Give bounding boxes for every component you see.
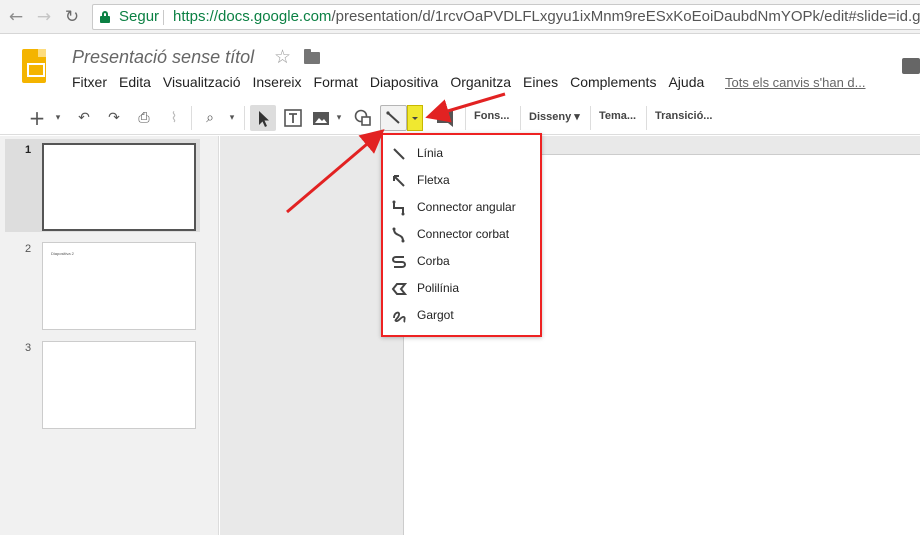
menu-item-line[interactable]: Línia [383, 140, 540, 167]
zoom-icon[interactable]: ⌕ [200, 107, 220, 129]
lock-icon [100, 11, 110, 23]
scribble-icon [393, 311, 406, 323]
elbow-connector-icon [392, 200, 405, 216]
background-button[interactable]: Fons... [474, 110, 509, 122]
polyline-icon [391, 283, 407, 295]
menu-format[interactable]: Format [314, 74, 358, 90]
image-icon[interactable] [310, 107, 332, 129]
menu-file[interactable]: Fitxer [72, 74, 107, 90]
new-slide-icon[interactable]: + [26, 107, 48, 129]
menu-insert[interactable]: Insereix [252, 74, 301, 90]
save-status[interactable]: Tots els canvis s'han d... [725, 75, 866, 90]
slide-thumbnail-1[interactable] [42, 143, 196, 231]
menu-item-polyline[interactable]: Polilínia [383, 275, 540, 302]
comment-icon[interactable] [902, 58, 920, 74]
document-title[interactable]: Presentació sense títol [72, 47, 254, 68]
menu-help[interactable]: Ajuda [668, 74, 704, 90]
redo-icon[interactable]: ↷ [104, 107, 124, 129]
menu-slide[interactable]: Diapositiva [370, 74, 438, 90]
line-icon [386, 111, 400, 124]
reload-icon[interactable]: ↻ [62, 7, 82, 27]
slide-number: 3 [25, 342, 32, 354]
select-tool-button[interactable] [250, 105, 276, 131]
layout-button[interactable]: Disseny ▾ [529, 110, 580, 123]
new-slide-dropdown-icon[interactable]: ▾ [52, 107, 64, 129]
slide-thumbnail-3[interactable] [42, 341, 196, 429]
shape-icon[interactable] [352, 107, 374, 129]
menu-item-arrow[interactable]: Fletxa [383, 167, 540, 194]
zoom-dropdown-icon[interactable]: ▾ [226, 107, 238, 129]
menu-item-elbow-connector[interactable]: Connector angular [383, 194, 540, 221]
slide-thumbnail-text: Diapositiva 2 [51, 251, 74, 256]
theme-button[interactable]: Tema... [599, 110, 636, 122]
text-box-icon[interactable] [282, 107, 304, 129]
menu-view[interactable]: Visualització [163, 74, 241, 90]
slide-filmstrip: 1 2 Diapositiva 2 3 [0, 136, 219, 535]
menu-addons[interactable]: Complements [570, 74, 656, 90]
menu-item-curved-connector[interactable]: Connector corbat [383, 221, 540, 248]
cursor-icon [259, 111, 269, 127]
curve-icon [392, 256, 406, 268]
line-dropdown-button[interactable] [407, 105, 423, 131]
comment-add-icon[interactable] [434, 107, 456, 129]
line-tool-button[interactable] [380, 105, 407, 131]
curved-connector-icon [392, 227, 405, 243]
back-icon[interactable]: ← [6, 7, 26, 27]
slide-thumbnail-2[interactable]: Diapositiva 2 [42, 242, 196, 330]
address-bar[interactable]: Segur https://docs.google.com/presentati… [92, 4, 920, 30]
transition-button[interactable]: Transició... [655, 110, 712, 122]
slide-number: 1 [25, 144, 32, 156]
menu-tools[interactable]: Eines [523, 74, 558, 90]
browser-toolbar: ← → ↻ Segur https://docs.google.com/pres… [0, 0, 920, 34]
paint-format-icon[interactable]: ⌇ [164, 107, 184, 129]
arrow-icon [393, 175, 405, 187]
secure-label: Segur [119, 8, 160, 25]
forward-icon[interactable]: → [34, 7, 54, 27]
slides-logo-icon[interactable] [22, 49, 46, 83]
menu-arrange[interactable]: Organitza [450, 74, 511, 90]
line-type-menu: Línia Fletxa Connector angular Connector… [381, 133, 542, 337]
star-icon[interactable]: ☆ [274, 46, 291, 69]
slide-number: 2 [25, 243, 32, 255]
menu-bar: Fitxer Edita Visualització Insereix Format Di… [72, 74, 716, 92]
menu-edit[interactable]: Edita [119, 74, 151, 90]
print-icon[interactable]: ⎙ [134, 107, 154, 129]
url-text: https://docs.google.com/presentation/d/1… [173, 8, 920, 25]
line-icon [393, 148, 405, 160]
image-dropdown-icon[interactable]: ▾ [334, 107, 344, 129]
menu-item-scribble[interactable]: Gargot [383, 302, 540, 329]
undo-icon[interactable]: ↶ [74, 107, 94, 129]
editor-toolbar: + ▾ ↶ ↷ ⎙ ⌇ ⌕ ▾ ▾ Fons... Disseny ▾ Tema… [0, 101, 920, 135]
menu-item-curve[interactable]: Corba [383, 248, 540, 275]
folder-icon[interactable] [304, 49, 320, 64]
